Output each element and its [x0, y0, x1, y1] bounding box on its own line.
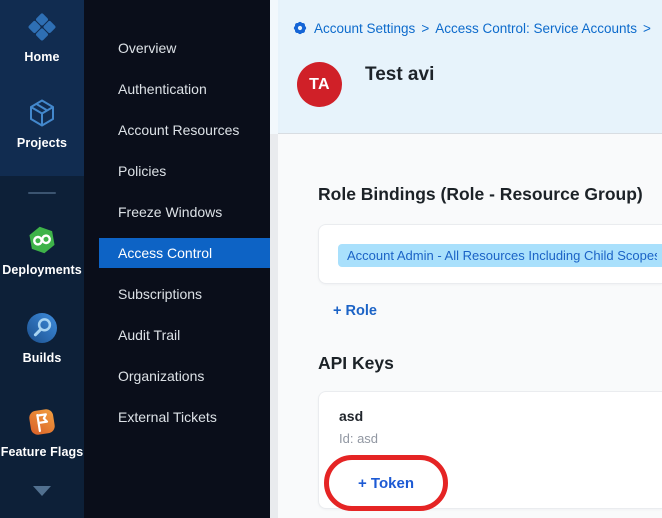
nav-item-freeze-windows[interactable]: Freeze Windows — [84, 191, 270, 232]
api-keys-heading: API Keys — [318, 353, 394, 374]
page-header: Account Settings > Access Control: Servi… — [278, 0, 662, 134]
nav-item-subscriptions[interactable]: Subscriptions — [84, 273, 270, 314]
add-role-button[interactable]: + Role — [333, 303, 377, 319]
service-account-avatar: TA — [297, 62, 342, 107]
breadcrumb-separator: > — [643, 21, 651, 36]
builds-icon — [24, 310, 60, 346]
main-content: Account Settings > Access Control: Servi… — [270, 0, 662, 518]
breadcrumb: Account Settings > Access Control: Servi… — [292, 20, 651, 36]
rail-module-projects-label: Projects — [17, 136, 67, 150]
rail-module-feature-flags-label: Feature Flags — [1, 445, 84, 459]
home-icon — [24, 9, 60, 45]
settings-submenu: Overview Authentication Account Resource… — [84, 0, 270, 518]
nav-item-label: Subscriptions — [118, 286, 202, 302]
nav-item-audit-trail[interactable]: Audit Trail — [84, 314, 270, 355]
page-title: Test avi — [365, 64, 434, 86]
gear-icon — [292, 20, 308, 36]
nav-item-policies[interactable]: Policies — [84, 150, 270, 191]
rail-module-builds-label: Builds — [23, 351, 62, 365]
projects-cube-icon — [24, 95, 60, 131]
rail-module-home[interactable]: Home — [0, 9, 84, 64]
rail-module-feature-flags[interactable]: Feature Flags — [0, 404, 84, 459]
nav-item-access-control-active[interactable]: Access Control — [99, 238, 270, 268]
nav-item-label: Audit Trail — [118, 327, 180, 343]
role-binding-tag[interactable]: Account Admin - All Resources Including … — [338, 244, 662, 267]
rail-scroll-chevron-down-icon[interactable] — [33, 486, 51, 496]
nav-item-label: Access Control — [118, 245, 212, 261]
rail-module-deployments-label: Deployments — [2, 263, 82, 277]
content-gutter — [270, 134, 278, 518]
annotation-red-circle: + Token — [324, 455, 448, 511]
api-key-name: asd — [339, 408, 363, 424]
avatar-initials: TA — [309, 76, 330, 94]
nav-item-label: Organizations — [118, 368, 204, 384]
breadcrumb-account-settings[interactable]: Account Settings — [314, 21, 415, 36]
add-token-button[interactable]: + Token — [358, 475, 414, 492]
rail-divider — [28, 192, 56, 194]
nav-item-label: External Tickets — [118, 409, 217, 425]
app-window: Home Projects — [0, 0, 662, 518]
role-bindings-card: Account Admin - All Resources Including … — [318, 224, 662, 284]
nav-item-label: Policies — [118, 163, 166, 179]
nav-item-overview[interactable]: Overview — [84, 27, 270, 68]
rail-module-home-label: Home — [24, 50, 59, 64]
nav-item-label: Overview — [118, 40, 176, 56]
nav-item-authentication[interactable]: Authentication — [84, 68, 270, 109]
api-key-id: Id: asd — [339, 431, 378, 446]
deployments-icon — [24, 222, 60, 258]
nav-item-organizations[interactable]: Organizations — [84, 355, 270, 396]
nav-item-account-resources[interactable]: Account Resources — [84, 109, 270, 150]
rail-module-builds[interactable]: Builds — [0, 310, 84, 365]
feature-flags-icon — [24, 404, 60, 440]
role-bindings-heading: Role Bindings (Role - Resource Group) — [318, 184, 643, 205]
nav-item-label: Authentication — [118, 81, 207, 97]
rail-module-deployments[interactable]: Deployments — [0, 222, 84, 277]
rail-module-projects[interactable]: Projects — [0, 95, 84, 150]
nav-item-external-tickets[interactable]: External Tickets — [84, 396, 270, 437]
breadcrumb-separator: > — [421, 21, 429, 36]
module-rail: Home Projects — [0, 0, 84, 518]
role-binding-tag-partial[interactable] — [657, 244, 662, 267]
api-keys-card: asd Id: asd + Token — [318, 391, 662, 509]
nav-item-label: Freeze Windows — [118, 204, 222, 220]
breadcrumb-access-control-service-accounts[interactable]: Access Control: Service Accounts — [435, 21, 637, 36]
nav-item-label: Account Resources — [118, 122, 239, 138]
content-gutter — [270, 0, 278, 134]
